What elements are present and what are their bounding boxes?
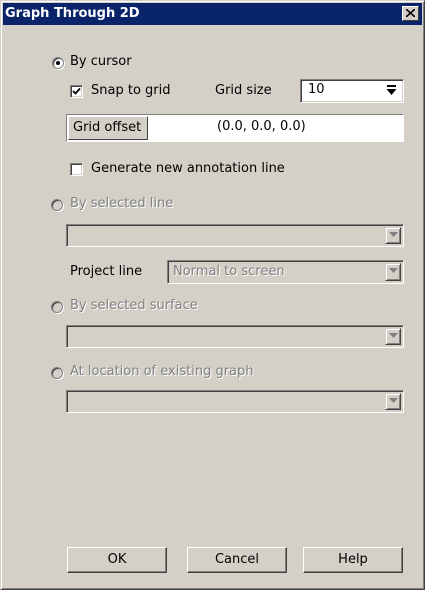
help-button[interactable]: Help — [303, 547, 403, 573]
checkmark-icon — [72, 87, 81, 95]
chevron-down-icon — [389, 232, 398, 237]
project-line-dropdown-button[interactable] — [385, 263, 401, 281]
generate-annotation-label[interactable]: Generate new annotation line — [91, 161, 285, 176]
grid-size-value: 10 — [308, 82, 325, 97]
project-line-combobox[interactable]: Normal to screen — [167, 260, 404, 284]
grid-offset-button[interactable]: Grid offset — [68, 116, 148, 140]
grid-offset-field[interactable]: Grid offset (0.0, 0.0, 0.0) — [66, 114, 404, 142]
chevron-down-icon — [389, 268, 398, 273]
existing-graph-dropdown-button[interactable] — [385, 393, 401, 410]
title-bar[interactable]: Graph Through 2D — [3, 3, 422, 25]
by-selected-surface-label[interactable]: By selected surface — [70, 298, 198, 313]
chevron-down-icon — [389, 333, 398, 338]
by-cursor-label[interactable]: By cursor — [70, 54, 132, 69]
project-line-label: Project line — [70, 264, 143, 279]
graph-through-2d-dialog: Graph Through 2D By cursor Snap to grid … — [0, 0, 425, 590]
window-title: Graph Through 2D — [5, 6, 140, 21]
by-cursor-radio[interactable] — [52, 57, 64, 69]
selected-surface-combobox[interactable] — [66, 325, 404, 348]
project-line-value: Normal to screen — [173, 264, 285, 279]
by-selected-line-label[interactable]: By selected line — [70, 196, 173, 211]
by-selected-surface-radio[interactable] — [51, 301, 63, 313]
cancel-button[interactable]: Cancel — [187, 547, 287, 573]
at-existing-graph-radio[interactable] — [51, 367, 63, 379]
by-selected-line-radio[interactable] — [51, 199, 63, 211]
selected-surface-dropdown-button[interactable] — [385, 328, 401, 345]
dropdown-arrow-icon — [386, 85, 397, 95]
generate-annotation-checkbox[interactable] — [70, 163, 83, 176]
chevron-down-icon — [389, 398, 398, 403]
grid-offset-value: (0.0, 0.0, 0.0) — [217, 119, 306, 134]
existing-graph-combobox[interactable] — [66, 390, 404, 413]
selected-line-dropdown-button[interactable] — [385, 227, 401, 244]
grid-size-dropdown-button[interactable] — [383, 82, 401, 100]
grid-size-combobox[interactable]: 10 — [300, 79, 404, 103]
close-icon — [406, 9, 415, 17]
snap-to-grid-checkbox[interactable] — [70, 85, 83, 98]
grid-size-label: Grid size — [215, 83, 272, 98]
at-existing-graph-label[interactable]: At location of existing graph — [70, 364, 254, 379]
ok-button[interactable]: OK — [67, 547, 167, 573]
snap-to-grid-label[interactable]: Snap to grid — [91, 83, 171, 98]
radio-selected-dot — [56, 61, 60, 65]
selected-line-combobox[interactable] — [66, 224, 404, 247]
close-button[interactable] — [402, 6, 419, 21]
